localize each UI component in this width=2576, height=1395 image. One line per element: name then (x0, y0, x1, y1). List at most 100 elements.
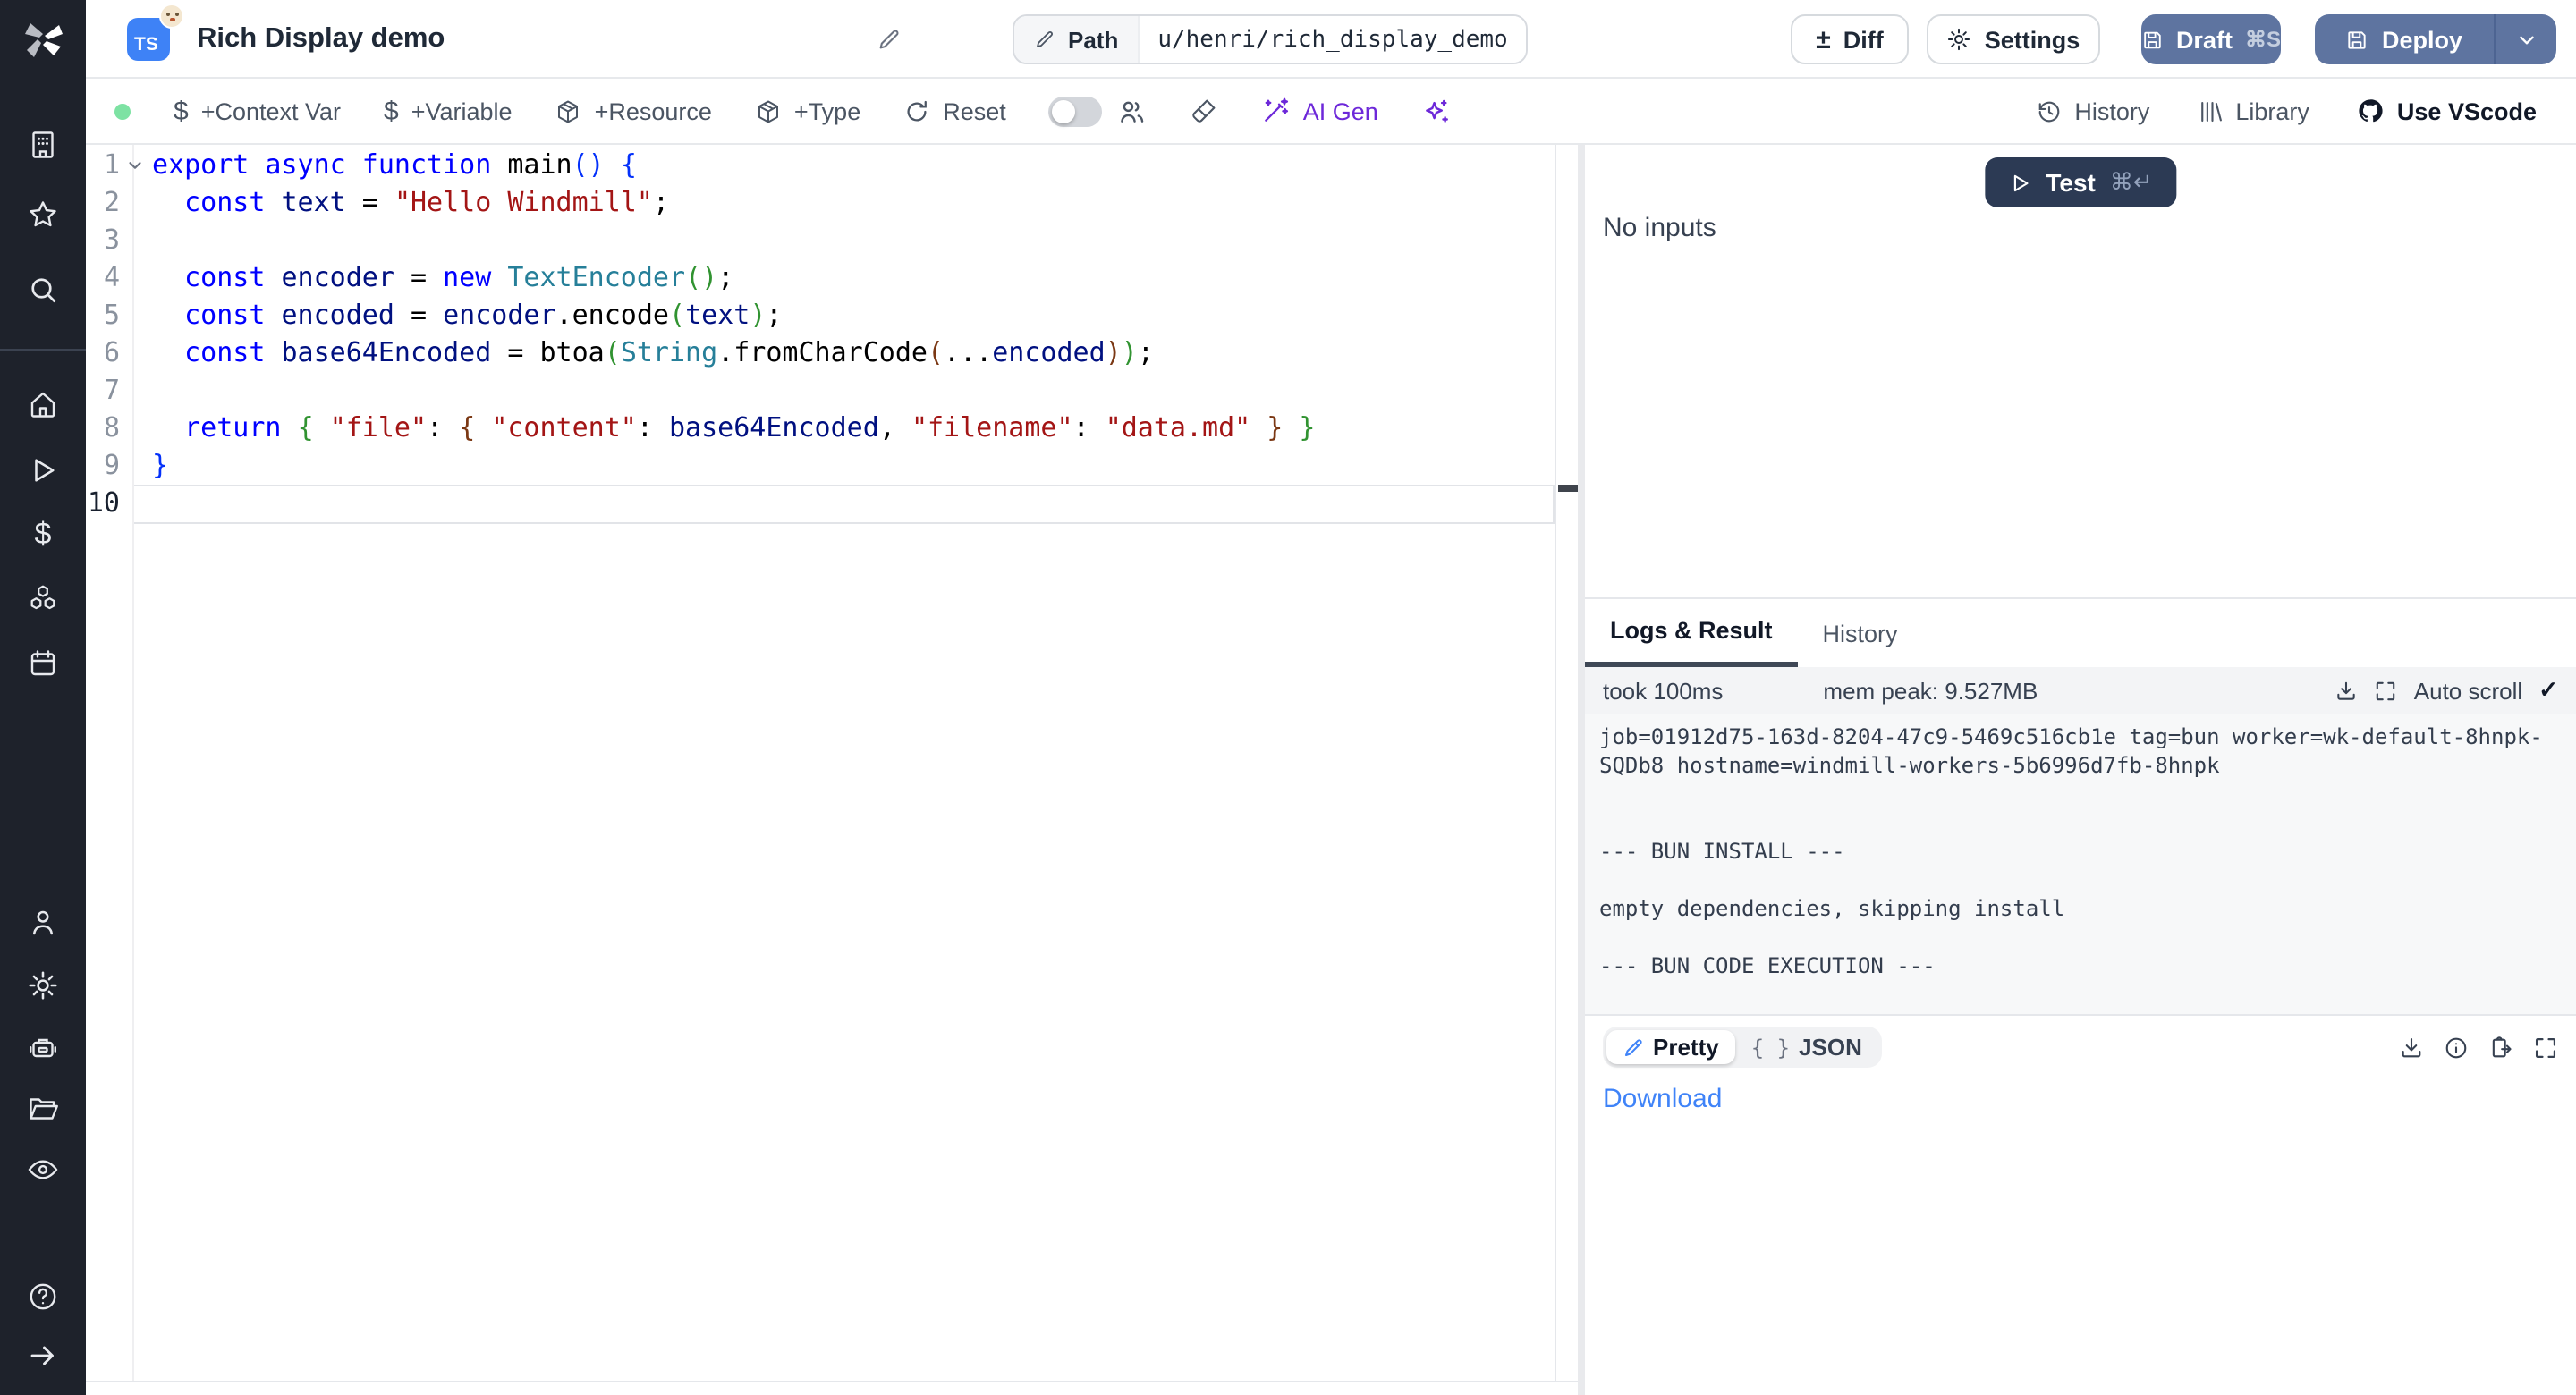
run-panel: Test ⌘↵ No inputs Logs & Result History … (1585, 145, 2576, 1395)
reset-icon (903, 97, 930, 124)
code-line: const text = "Hello Windmill"; (152, 184, 1316, 222)
auto-scroll-check[interactable]: ✓ (2538, 676, 2558, 705)
workspace-building-icon[interactable] (27, 129, 59, 161)
library-button[interactable]: Library (2196, 97, 2309, 124)
mem-peak-label: mem peak: 9.527MB (1823, 677, 2038, 704)
use-vscode-button[interactable]: Use VScode (2356, 97, 2537, 125)
history-button[interactable]: History (2035, 97, 2149, 124)
info-icon[interactable] (2444, 1035, 2469, 1060)
result-area: Pretty { } JSON (1585, 1014, 2576, 1395)
diff-button[interactable]: ± Diff (1791, 14, 1909, 64)
result-view-segmented: Pretty { } JSON (1603, 1027, 1882, 1068)
ai-gen-button[interactable]: AI Gen (1262, 97, 1378, 125)
code-line: const encoder = new TextEncoder(); (152, 259, 1316, 297)
gutter-line-number: 8 (86, 410, 120, 447)
code-line: } (152, 447, 1316, 485)
expand-result-icon[interactable] (2533, 1035, 2558, 1060)
favorites-star-icon[interactable] (27, 199, 59, 231)
gutter-line-number: 1 (86, 147, 120, 184)
package-icon (755, 97, 782, 124)
settings-button[interactable]: Settings (1927, 14, 2100, 64)
runs-play-icon[interactable] (27, 454, 59, 486)
audit-eye-icon[interactable] (27, 1154, 59, 1186)
add-resource-button[interactable]: +Resource (555, 97, 712, 124)
play-icon (2008, 171, 2031, 194)
download-result-icon[interactable] (2399, 1035, 2424, 1060)
json-toggle[interactable]: { } JSON (1735, 1030, 1878, 1064)
multiplayer-toggle[interactable] (1049, 96, 1103, 126)
help-icon[interactable] (27, 1281, 59, 1313)
windmill-app: $ TS (0, 0, 2576, 1395)
copy-clipboard-icon[interactable] (2488, 1035, 2513, 1060)
code-line (152, 372, 1316, 410)
sparkles-icon[interactable] (1421, 96, 1452, 126)
path-field[interactable]: Path u/henri/rich_display_demo (1013, 14, 1528, 64)
format-brush-button[interactable] (1191, 97, 1219, 125)
run-statusbar: took 100ms mem peak: 9.527MB Auto scroll… (1585, 667, 2576, 714)
result-tabs: Logs & Result History (1585, 599, 2576, 667)
bun-runtime-icon (159, 4, 184, 29)
reset-button[interactable]: Reset (903, 97, 1006, 124)
logs-area[interactable]: job=01912d75-163d-8204-47c9-5469c516cb1e… (1585, 714, 2576, 1014)
add-variable-button[interactable]: $+Variable (384, 96, 513, 126)
fold-chevron-icon[interactable] (125, 156, 145, 175)
user-icon[interactable] (27, 907, 59, 939)
deploy-dropdown-chevron[interactable] (2496, 28, 2556, 51)
settings-gear-icon[interactable] (27, 969, 59, 1002)
plus-minus-icon: ± (1816, 24, 1830, 55)
page-title: Rich Display demo (197, 0, 445, 79)
save-icon (2346, 28, 2369, 51)
resources-cubes-icon[interactable] (27, 583, 59, 615)
workers-robot-icon[interactable] (27, 1032, 59, 1064)
expand-sidebar-arrow-icon[interactable] (27, 1340, 59, 1372)
lsp-status-dot (114, 103, 131, 119)
github-icon (2356, 97, 2385, 125)
toggle-knob (1053, 99, 1076, 123)
add-context-var-button[interactable]: $+Context Var (174, 96, 341, 126)
no-inputs-label: No inputs (1603, 213, 1716, 243)
auto-scroll-label[interactable]: Auto scroll (2414, 677, 2522, 704)
code-line: const encoded = encoder.encode(text); (152, 297, 1316, 334)
gutter-line-number: 5 (86, 297, 120, 334)
home-icon[interactable] (27, 388, 59, 420)
tab-history[interactable]: History (1798, 599, 1923, 667)
edit-title-pencil-icon[interactable] (877, 27, 902, 52)
windmill-logo-icon[interactable] (20, 16, 66, 63)
variables-dollar-icon[interactable]: $ (27, 517, 59, 549)
path-label-segment[interactable]: Path (1014, 16, 1138, 63)
expand-logs-icon[interactable] (2375, 679, 2398, 702)
gutter-line-number: 2 (86, 184, 120, 222)
schedules-calendar-icon[interactable] (27, 647, 59, 680)
draft-button[interactable]: Draft ⌘S (2141, 14, 2281, 64)
code-line: export async function main() { (152, 147, 1316, 184)
package-icon (555, 97, 582, 124)
editor-toolbar: $+Context Var $+Variable +Resource +Type… (86, 79, 2576, 145)
path-value[interactable]: u/henri/rich_display_demo (1138, 16, 1525, 63)
download-logs-icon[interactable] (2335, 679, 2359, 702)
add-type-button[interactable]: +Type (755, 97, 860, 124)
save-icon (2141, 28, 2164, 51)
gutter-line-number: 7 (86, 372, 120, 410)
folders-icon[interactable] (27, 1093, 59, 1125)
brush-icon (1191, 97, 1219, 125)
gutter-line-number: 9 (86, 447, 120, 485)
download-link[interactable]: Download (1603, 1084, 1722, 1114)
gutter-divider (132, 145, 134, 1381)
pencil-icon (1034, 29, 1055, 50)
chevron-down-icon (2514, 28, 2538, 51)
deploy-button[interactable]: Deploy (2315, 14, 2556, 64)
pretty-toggle[interactable]: Pretty (1606, 1030, 1735, 1064)
code-editor[interactable]: 12345678910 export async function main()… (86, 145, 1585, 1395)
editor-gutter: 12345678910 (86, 147, 120, 522)
topbar: TS Rich Display demo Path u/henri/rich_d… (86, 0, 2576, 79)
code-line: const base64Encoded = btoa(String.fromCh… (152, 334, 1316, 372)
editor-bottom-border (86, 1381, 1585, 1382)
tab-logs-result[interactable]: Logs & Result (1585, 599, 1798, 667)
code-line (152, 222, 1316, 259)
search-icon[interactable] (27, 274, 59, 306)
editor-code[interactable]: export async function main() { const tex… (152, 147, 1316, 522)
test-button[interactable]: Test ⌘↵ (1985, 157, 2175, 207)
dollar-icon: $ (384, 96, 399, 126)
braces-icon: { } (1751, 1035, 1790, 1060)
panel-splitter[interactable] (1578, 145, 1585, 1395)
